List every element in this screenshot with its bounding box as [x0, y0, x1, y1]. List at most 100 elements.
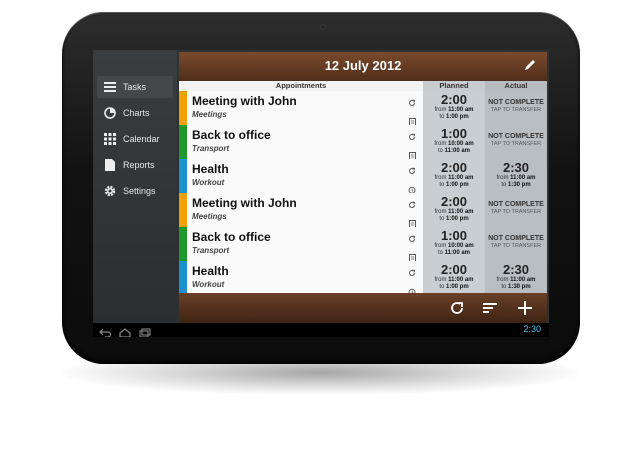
planned-from: from 11:00 am [434, 175, 474, 181]
screen: Tasks Charts Calendar Reports Settings 1… [93, 50, 549, 337]
column-planned: Planned [423, 81, 485, 91]
actual-cell[interactable]: NOT COMPLETE TAP TO TRANSFER [485, 193, 547, 227]
category-color-bar [179, 261, 187, 295]
appointment-title: Health [192, 264, 229, 278]
appointment-row[interactable]: Meeting with John Meetings 2:00 from 11:… [179, 91, 547, 126]
repeat-icon [408, 230, 416, 248]
planned-cell[interactable]: 2:00 from 11:00 am to 1:00 pm [423, 159, 485, 193]
appointment-cell[interactable]: Back to office Transport [187, 227, 423, 262]
actual-to: to 1:30 pm [501, 182, 531, 188]
current-date[interactable]: 12 July 2012 [179, 58, 547, 73]
sidebar-item-calendar[interactable]: Calendar [97, 128, 173, 150]
planned-duration: 2:00 [440, 160, 468, 175]
column-headers: Appointments Planned Actual [179, 81, 547, 91]
appointment-title: Back to office [192, 230, 271, 244]
calendar-grid-icon [103, 132, 117, 146]
planned-cell[interactable]: 2:00 from 11:00 am to 1:00 pm [423, 261, 485, 295]
document-icon [103, 158, 117, 172]
appointment-cell[interactable]: Meeting with John Meetings [187, 193, 423, 228]
category-color-bar [179, 125, 187, 159]
planned-from: from 11:00 am [434, 277, 474, 283]
recent-apps-icon[interactable] [139, 325, 151, 337]
planned-duration: 1:00 [440, 228, 468, 243]
appointment-category: Meetings [192, 110, 227, 119]
repeat-icon [408, 196, 416, 214]
repeat-icon [408, 162, 416, 180]
appointment-title: Meeting with John [192, 196, 297, 210]
planned-cell[interactable]: 1:00 from 10:00 am to 11:00 am [423, 125, 485, 159]
repeat-icon [408, 128, 416, 146]
column-actual: Actual [485, 81, 547, 91]
appointment-cell[interactable]: Health Workout [187, 159, 423, 213]
gear-icon [103, 184, 117, 198]
sidebar-item-reports[interactable]: Reports [97, 154, 173, 176]
planned-to: to 1:00 pm [439, 114, 469, 120]
actual-to: to 1:30 pm [501, 284, 531, 290]
appointment-category: Workout [192, 280, 225, 289]
appointment-cell[interactable]: Health Workout [187, 261, 423, 315]
planned-cell[interactable]: 1:00 from 10:00 am to 11:00 am [423, 227, 485, 261]
add-icon[interactable] [517, 300, 533, 316]
appointment-row[interactable]: Meeting with John Meetings 2:00 from 11:… [179, 193, 547, 228]
actual-cell[interactable]: NOT COMPLETE TAP TO TRANSFER [485, 227, 547, 261]
sync-icon[interactable] [449, 300, 465, 316]
planned-from: from 11:00 am [434, 107, 474, 113]
appointment-cell[interactable]: Meeting with John Meetings [187, 91, 423, 126]
sidebar-item-tasks[interactable]: Tasks [97, 76, 173, 98]
planned-to: to 11:00 am [437, 250, 471, 256]
actual-from: from 11:00 am [496, 277, 536, 283]
planned-duration: 2:00 [440, 92, 468, 107]
date-header: 12 July 2012 [179, 52, 547, 82]
appointment-title: Meeting with John [192, 94, 297, 108]
status-not-complete: NOT COMPLETE [488, 235, 544, 242]
category-color-bar [179, 91, 187, 125]
planned-duration: 2:00 [440, 194, 468, 209]
sidebar-item-label: Charts [123, 108, 150, 118]
actual-cell[interactable]: 2:30 from 11:00 am to 1:30 pm [485, 159, 547, 193]
home-icon[interactable] [119, 325, 131, 337]
appointment-row[interactable]: Health Workout 2:00 from 11:00 am to 1:0… [179, 261, 547, 315]
appointment-row[interactable]: Back to office Transport 1:00 from 10:00… [179, 125, 547, 160]
back-icon[interactable] [99, 325, 112, 337]
sidebar-item-label: Tasks [123, 82, 147, 92]
sort-icon[interactable] [482, 300, 498, 316]
appointment-row[interactable]: Back to office Transport 1:00 from 10:00… [179, 227, 547, 262]
sidebar-item-label: Settings [123, 186, 156, 196]
sidebar: Tasks Charts Calendar Reports Settings [93, 50, 177, 323]
category-color-bar [179, 159, 187, 193]
appointment-title: Health [192, 162, 229, 176]
front-camera [320, 24, 326, 30]
tap-to-transfer-hint: TAP TO TRANSFER [490, 141, 542, 147]
appointment-category: Transport [192, 144, 230, 153]
planned-cell[interactable]: 2:00 from 11:00 am to 1:00 pm [423, 91, 485, 125]
planned-to: to 1:00 pm [439, 216, 469, 222]
sidebar-item-label: Calendar [123, 134, 160, 144]
sidebar-item-charts[interactable]: Charts [97, 102, 173, 124]
appointment-category: Workout [192, 178, 225, 187]
system-navigation-bar: 2:30 [93, 323, 549, 337]
appointment-row[interactable]: Health Workout 2:00 from 11:00 am to 1:0… [179, 159, 547, 213]
appointment-cell[interactable]: Back to office Transport [187, 125, 423, 160]
task-panel: 12 July 2012 Appointments Planned Actual… [179, 52, 549, 323]
repeat-icon [408, 264, 416, 282]
planned-cell[interactable]: 2:00 from 11:00 am to 1:00 pm [423, 193, 485, 227]
planned-duration: 1:00 [440, 126, 468, 141]
column-appointments: Appointments [179, 81, 423, 91]
tap-to-transfer-hint: TAP TO TRANSFER [490, 243, 542, 249]
planned-from: from 10:00 am [434, 141, 474, 147]
actual-duration: 2:30 [502, 160, 530, 175]
status-not-complete: NOT COMPLETE [488, 201, 544, 208]
status-clock: 2:30 [523, 324, 541, 334]
planned-to: to 1:00 pm [439, 284, 469, 290]
actual-cell[interactable]: NOT COMPLETE TAP TO TRANSFER [485, 91, 547, 125]
sidebar-item-settings[interactable]: Settings [97, 180, 173, 202]
actual-duration: 2:30 [502, 262, 530, 277]
actual-cell[interactable]: NOT COMPLETE TAP TO TRANSFER [485, 125, 547, 159]
status-not-complete: NOT COMPLETE [488, 133, 544, 140]
planned-to: to 1:00 pm [439, 182, 469, 188]
category-color-bar [179, 193, 187, 227]
actual-from: from 11:00 am [496, 175, 536, 181]
appointment-title: Back to office [192, 128, 271, 142]
actual-cell[interactable]: 2:30 from 11:00 am to 1:30 pm [485, 261, 547, 295]
pencil-icon[interactable] [523, 58, 537, 72]
